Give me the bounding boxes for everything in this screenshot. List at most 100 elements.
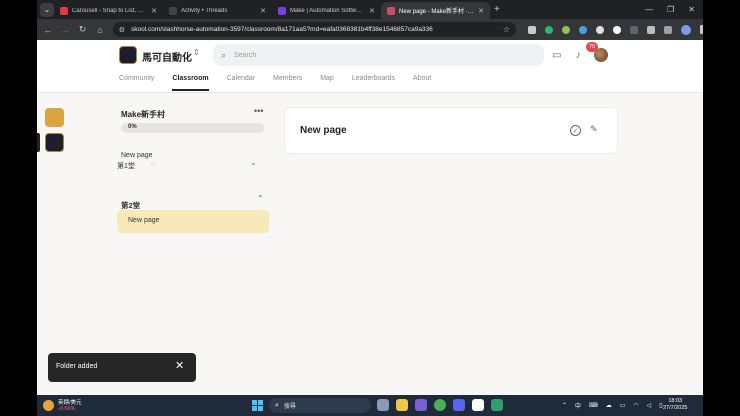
browser-tab[interactable]: Activity • Threads ✕ xyxy=(163,2,272,19)
mark-complete-icon[interactable]: ✓ xyxy=(570,125,581,136)
extension-icon[interactable] xyxy=(595,25,604,34)
ime-indicator[interactable]: 中 xyxy=(575,401,581,410)
extensions-puzzle-icon[interactable] xyxy=(646,25,655,34)
tab-map[interactable]: Map xyxy=(320,72,334,91)
skool-favicon-icon xyxy=(387,6,395,15)
toast-message: Folder added xyxy=(56,363,98,370)
minimize-icon[interactable]: — xyxy=(645,5,653,14)
site-info-icon[interactable]: ⚙ xyxy=(119,26,125,34)
stock-widget[interactable]: 英鎊/美元 -0.56% xyxy=(43,397,103,414)
keyboard-icon[interactable]: ⌨ xyxy=(589,402,598,409)
display-icon[interactable]: ▭ xyxy=(620,402,626,409)
main-nav: Community Classroom Calendar Members Map… xyxy=(119,72,431,91)
chrome-icon[interactable] xyxy=(434,399,446,411)
browser-menu-icon[interactable] xyxy=(699,25,703,34)
group-rail xyxy=(37,93,73,395)
group-avatar-icon[interactable] xyxy=(45,108,64,127)
reload-icon[interactable]: ↻ xyxy=(76,24,89,35)
page-title: New page xyxy=(300,125,347,136)
section-title: 第2堂 xyxy=(121,201,141,210)
forward-icon[interactable]: → xyxy=(58,25,71,35)
tab-classroom[interactable]: Classroom xyxy=(172,72,209,91)
carousell-favicon-icon xyxy=(60,6,68,15)
tab-title: Activity • Threads xyxy=(181,7,228,14)
back-icon[interactable]: ← xyxy=(41,25,54,35)
tab-community[interactable]: Community xyxy=(119,72,154,91)
edit-pencil-icon[interactable]: ✎ xyxy=(590,124,598,135)
address-bar[interactable]: ⚙ skool.com/slashhorse-automation-3597/c… xyxy=(112,22,516,37)
tab-title: New page - Make新手村 · 馬... xyxy=(399,9,475,15)
extension-icon[interactable] xyxy=(544,25,553,34)
maximize-icon[interactable]: ❐ xyxy=(667,5,674,14)
tab-close-icon[interactable]: ✕ xyxy=(478,7,484,15)
system-tray: ⌃ 中 ⌨ ☁ ▭ ◠ ◁ ▯ xyxy=(562,395,663,416)
close-window-icon[interactable]: ✕ xyxy=(688,5,695,14)
browser-tab-active[interactable]: New page - Make新手村 · 馬... ✕ xyxy=(381,2,490,19)
windows-taskbar: 英鎊/美元 -0.56% ⌕ 搜尋 ⌃ 中 ⌨ ☁ ▭ ◠ ◁ ▯ 18:03 … xyxy=(37,395,703,416)
extension-icon[interactable] xyxy=(578,25,587,34)
extension-icon[interactable] xyxy=(612,25,621,34)
task-view-icon[interactable] xyxy=(377,399,389,411)
group-avatar-icon[interactable] xyxy=(45,133,64,152)
clock-date: 27/7/2025 xyxy=(663,405,688,411)
group-switcher-icon[interactable]: ⇕ xyxy=(193,48,200,57)
bell-icon[interactable]: ♪ xyxy=(575,50,580,61)
extension-icon[interactable] xyxy=(629,25,638,34)
browser-tab[interactable]: Carousell - Snap to List, Chat, ✕ xyxy=(54,2,163,19)
classroom-body: Make新手村 ••• 0% New page 第1堂 ◌ ⌄ 第2堂 ⌃ Ne… xyxy=(37,93,703,395)
tab-search-button[interactable]: ⌄ xyxy=(40,2,54,17)
browser-tab-strip: ⌄ Carousell - Snap to List, Chat, ✕ Acti… xyxy=(37,0,703,19)
profile-avatar-icon[interactable] xyxy=(680,24,691,35)
window-controls: — ❐ ✕ xyxy=(645,0,703,19)
clock-time: 18:03 xyxy=(668,398,683,404)
more-options-icon[interactable]: ••• xyxy=(254,106,263,116)
browser-tab[interactable]: Make | Automation Software | ✕ xyxy=(272,2,381,19)
tab-close-icon[interactable]: ✕ xyxy=(151,7,157,15)
toast-notification: Folder added ✕ xyxy=(48,353,196,382)
extension-icon[interactable] xyxy=(561,25,570,34)
chevron-down-icon[interactable]: ⌄ xyxy=(250,158,257,167)
wifi-icon[interactable]: ◠ xyxy=(633,402,638,409)
volume-icon[interactable]: ◁ xyxy=(647,402,652,409)
tab-close-icon[interactable]: ✕ xyxy=(369,7,375,15)
new-tab-icon[interactable]: + xyxy=(494,4,500,15)
url-text: skool.com/slashhorse-automation-3597/cla… xyxy=(130,26,433,33)
sidebar-icon[interactable] xyxy=(663,25,672,34)
app-icon[interactable] xyxy=(415,399,427,411)
tab-title: Carousell - Snap to List, Chat, xyxy=(72,7,148,14)
home-icon[interactable]: ⌂ xyxy=(93,25,106,35)
section-item[interactable]: New page 第1堂 ◌ ⌄ xyxy=(117,151,267,179)
loading-icon: ◌ xyxy=(151,160,156,169)
group-logo-icon[interactable] xyxy=(119,46,137,64)
chevron-up-icon[interactable]: ⌃ xyxy=(562,402,567,409)
bookmark-star-icon[interactable]: ☆ xyxy=(503,25,510,34)
tab-calendar[interactable]: Calendar xyxy=(227,72,255,91)
lesson-item-active[interactable]: New page xyxy=(117,210,269,233)
cloud-icon[interactable]: ☁ xyxy=(606,402,612,409)
app-icon[interactable] xyxy=(491,399,503,411)
file-explorer-icon[interactable] xyxy=(396,399,408,411)
tab-about[interactable]: About xyxy=(413,72,431,91)
search-icon: ⌕ xyxy=(221,49,227,60)
notion-icon[interactable] xyxy=(472,399,484,411)
make-favicon-icon xyxy=(278,6,286,15)
taskbar-clock[interactable]: 18:03 27/7/2025 xyxy=(663,398,687,412)
tab-members[interactable]: Members xyxy=(273,72,302,91)
close-icon[interactable]: ✕ xyxy=(175,359,184,372)
taskbar-search-placeholder: 搜尋 xyxy=(283,404,296,410)
tab-leaderboards[interactable]: Leaderboards xyxy=(352,72,395,91)
extension-icon[interactable] xyxy=(527,25,536,34)
tab-close-icon[interactable]: ✕ xyxy=(260,7,266,15)
section-title: 第1堂 xyxy=(117,163,135,170)
chevron-up-icon[interactable]: ⌃ xyxy=(257,194,264,203)
threads-favicon-icon xyxy=(169,6,177,15)
chat-icon[interactable]: ▭ xyxy=(552,50,561,61)
taskbar-search[interactable]: ⌕ 搜尋 xyxy=(269,398,371,413)
windows-start-icon[interactable] xyxy=(252,400,263,411)
discord-icon[interactable] xyxy=(453,399,465,411)
search-placeholder: Search xyxy=(234,51,257,59)
search-input[interactable]: ⌕ Search xyxy=(213,44,544,66)
notification-badge: 70 xyxy=(586,42,598,52)
lesson-content-card: New page ✓ ✎ xyxy=(284,107,618,154)
group-name[interactable]: 馬可自動化 xyxy=(142,49,192,64)
